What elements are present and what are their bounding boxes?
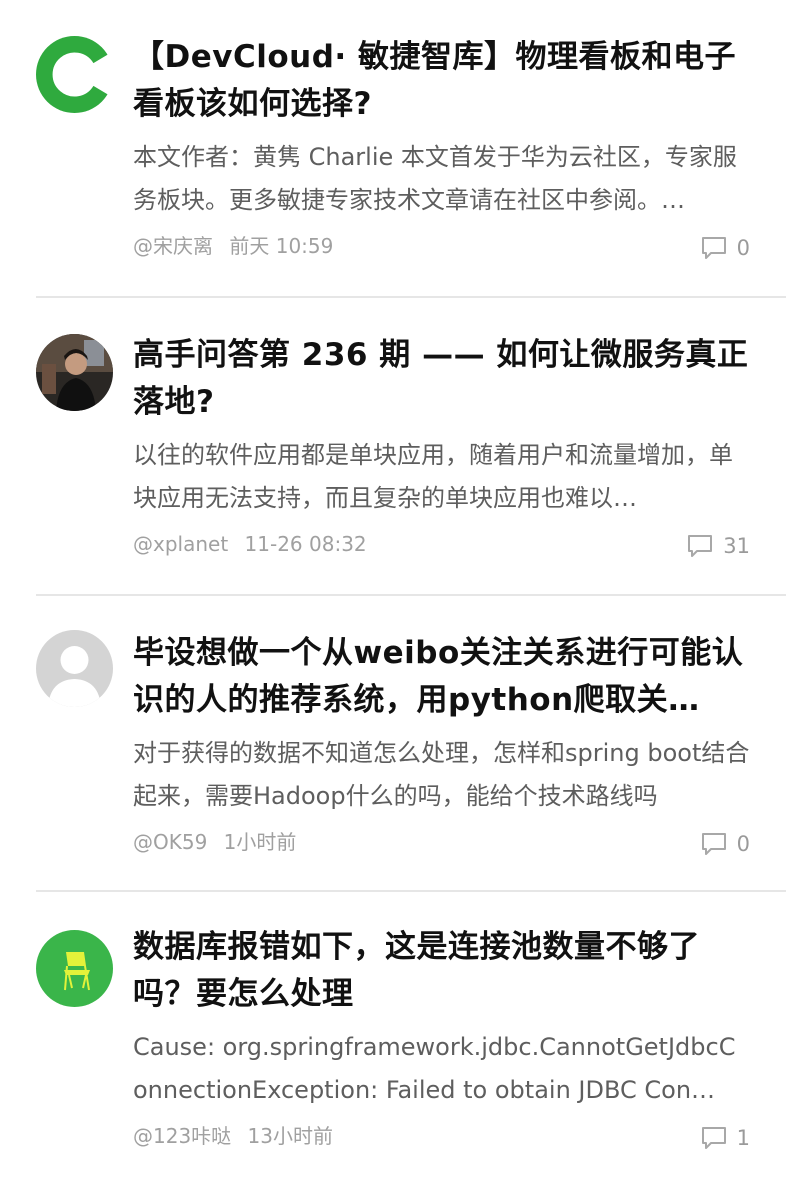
post-summary: 对于获得的数据不知道怎么处理，怎样和spring boot结合起来，需要Hado… bbox=[133, 739, 750, 810]
post-feed: 【DevCloud· 敏捷智库】物理看板和电子看板该如何选择? 本文作者：黄隽 … bbox=[0, 0, 786, 1179]
chair-icon bbox=[36, 930, 113, 1007]
post-time: 1小时前 bbox=[223, 830, 297, 854]
post-time: 前天 10:59 bbox=[229, 234, 334, 258]
comment-icon bbox=[701, 1127, 726, 1149]
list-item[interactable]: 高手问答第 236 期 —— 如何让微服务真正落地? 以往的软件应用都是单块应用… bbox=[0, 298, 786, 596]
author-name[interactable]: @OK59 bbox=[133, 830, 207, 854]
avatar[interactable] bbox=[36, 630, 113, 707]
comment-icon bbox=[701, 833, 726, 855]
list-item[interactable]: 【DevCloud· 敏捷智库】物理看板和电子看板该如何选择? 本文作者：黄隽 … bbox=[0, 0, 786, 298]
post-title[interactable]: 高手问答第 236 期 —— 如何让微服务真正落地? bbox=[133, 332, 750, 426]
avatar[interactable] bbox=[36, 930, 113, 1007]
post-content: 高手问答第 236 期 —— 如何让微服务真正落地? 以往的软件应用都是单块应用… bbox=[133, 332, 750, 560]
list-item[interactable]: 数据库报错如下，这是连接池数量不够了吗？要怎么处理 Cause: org.spr… bbox=[0, 892, 786, 1179]
author-name[interactable]: @宋庆离 bbox=[133, 234, 213, 258]
comment-count: 0 bbox=[736, 236, 750, 260]
comment-count: 1 bbox=[736, 1126, 750, 1150]
comment-count-button[interactable]: 0 bbox=[701, 828, 750, 860]
author-name[interactable]: @xplanet bbox=[133, 532, 228, 556]
author-name[interactable]: @123咔哒 bbox=[133, 1124, 231, 1148]
avatar[interactable] bbox=[36, 36, 113, 113]
default-user-icon bbox=[36, 630, 113, 707]
post-content: 数据库报错如下，这是连接池数量不够了吗？要怎么处理 Cause: org.spr… bbox=[133, 924, 750, 1152]
comment-count: 31 bbox=[723, 534, 750, 558]
comment-icon bbox=[701, 237, 726, 259]
comment-count-button[interactable]: 1 bbox=[701, 1122, 750, 1154]
person-photo-icon bbox=[36, 334, 113, 411]
post-title[interactable]: 数据库报错如下，这是连接池数量不够了吗？要怎么处理 bbox=[133, 924, 750, 1018]
post-meta: @宋庆离 前天 10:59 0 bbox=[133, 230, 750, 262]
post-content: 【DevCloud· 敏捷智库】物理看板和电子看板该如何选择? 本文作者：黄隽 … bbox=[133, 34, 750, 262]
post-time: 11-26 08:32 bbox=[244, 532, 367, 556]
post-title[interactable]: 毕设想做一个从weibo关注关系进行可能认识的人的推荐系统，用python爬取关… bbox=[133, 630, 750, 724]
post-summary: Cause: org.springframework.jdbc.CannotGe… bbox=[133, 1033, 736, 1104]
avatar[interactable] bbox=[36, 334, 113, 411]
devcloud-logo-icon bbox=[36, 36, 113, 113]
post-time: 13小时前 bbox=[247, 1124, 333, 1148]
post-content: 毕设想做一个从weibo关注关系进行可能认识的人的推荐系统，用python爬取关… bbox=[133, 630, 750, 858]
comment-icon bbox=[688, 535, 713, 557]
post-summary: 本文作者：黄隽 Charlie 本文首发于华为云社区，专家服务板块。更多敏捷专家… bbox=[133, 143, 737, 214]
post-meta: @OK59 1小时前 0 bbox=[133, 826, 750, 858]
post-title[interactable]: 【DevCloud· 敏捷智库】物理看板和电子看板该如何选择? bbox=[133, 34, 750, 128]
list-item[interactable]: 毕设想做一个从weibo关注关系进行可能认识的人的推荐系统，用python爬取关… bbox=[0, 596, 786, 894]
comment-count-button[interactable]: 31 bbox=[687, 530, 750, 562]
post-summary: 以往的软件应用都是单块应用，随着用户和流量增加，单块应用无法支持，而且复杂的单块… bbox=[133, 441, 733, 512]
comment-count: 0 bbox=[736, 832, 750, 856]
post-meta: @123咔哒 13小时前 1 bbox=[133, 1120, 750, 1152]
post-meta: @xplanet 11-26 08:32 31 bbox=[133, 528, 750, 560]
comment-count-button[interactable]: 0 bbox=[701, 232, 750, 264]
